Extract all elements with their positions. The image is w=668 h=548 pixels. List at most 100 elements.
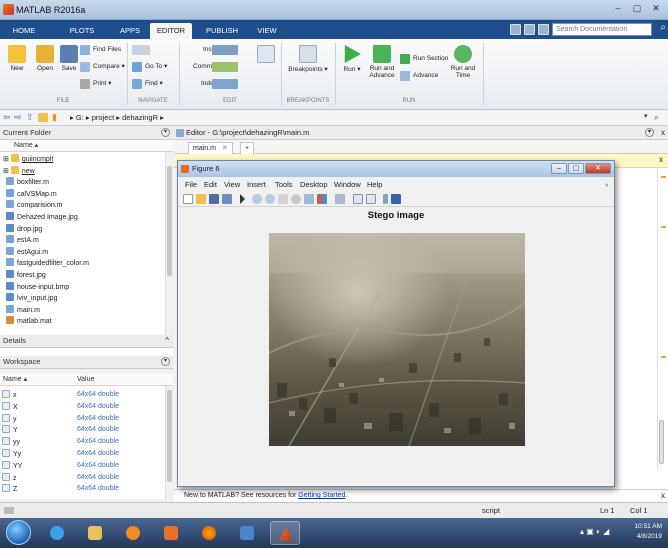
editor-tab-main[interactable]: main.m ✕: [188, 142, 233, 154]
menu-help[interactable]: Help: [367, 178, 382, 191]
close-tab-icon[interactable]: ✕: [222, 145, 228, 152]
brush-icon[interactable]: [317, 194, 327, 204]
panel-actions-icon[interactable]: ▾: [645, 128, 654, 137]
scrollbar-thumb[interactable]: [167, 166, 172, 276]
edit-plot-icon[interactable]: [240, 194, 245, 204]
taskbar-paint[interactable]: [232, 521, 262, 545]
run-section-button[interactable]: Run Section: [400, 53, 448, 65]
tab-editor[interactable]: EDITOR: [150, 23, 192, 39]
indent-tools[interactable]: [212, 78, 240, 90]
workspace-column-header[interactable]: Name ▴ Value: [0, 374, 173, 386]
workspace-row[interactable]: yy 64x64 double: [0, 437, 165, 447]
list-item[interactable]: drop.jpg: [0, 223, 42, 234]
print-figure-icon[interactable]: [222, 194, 232, 204]
list-item[interactable]: estAgui.m: [0, 246, 48, 257]
current-folder-column-header[interactable]: Name ▴: [0, 140, 173, 152]
taskbar-media[interactable]: [118, 521, 148, 545]
back-arrow-icon[interactable]: ⇦: [3, 112, 11, 123]
figure-maximize-button[interactable]: ▢: [568, 163, 584, 174]
workspace-row[interactable]: YY 64x64 double: [0, 460, 165, 471]
nav-arrows[interactable]: [132, 44, 154, 56]
zoom-out-icon[interactable]: [265, 194, 275, 204]
find-button[interactable]: Find ▾: [132, 78, 163, 90]
list-item[interactable]: lviv_input.jpg: [0, 293, 57, 303]
cut-quick-icon[interactable]: [524, 24, 535, 35]
workspace-row[interactable]: Y 64x64 double: [0, 425, 165, 435]
menubar-overflow-icon[interactable]: ›: [606, 178, 609, 191]
hide-plot-tools-icon[interactable]: [383, 194, 388, 204]
menu-file[interactable]: File: [185, 178, 197, 191]
tab-home[interactable]: HOME: [4, 23, 44, 39]
run-and-time-button[interactable]: Run and Time: [448, 45, 478, 79]
forward-arrow-icon[interactable]: ⇨: [14, 112, 22, 123]
figure-minimize-button[interactable]: –: [551, 163, 567, 174]
tab-view[interactable]: VIEW: [252, 23, 282, 39]
browse-folder-icon[interactable]: [38, 113, 48, 122]
compare-button[interactable]: Compare ▾: [80, 61, 125, 73]
copy-quick-icon[interactable]: [538, 24, 549, 35]
taskbar-app-orange[interactable]: [156, 521, 186, 545]
workspace-scrollbar[interactable]: [165, 386, 173, 499]
insert-tools[interactable]: [212, 44, 240, 56]
menu-view[interactable]: View: [224, 178, 240, 191]
minimize-button[interactable]: –: [610, 3, 626, 15]
expand-icon[interactable]: ⊞: [3, 156, 11, 163]
link-plot-icon[interactable]: [335, 194, 345, 204]
details-collapse-icon[interactable]: ^: [165, 335, 169, 347]
new-tab-button[interactable]: +: [240, 142, 255, 154]
expand-icon[interactable]: ⊞: [3, 168, 11, 175]
breakpoints-button[interactable]: Breakpoints ▾: [288, 45, 328, 73]
taskbar-ie[interactable]: [42, 521, 72, 545]
colorbar-icon[interactable]: [353, 194, 363, 204]
current-folder-scrollbar[interactable]: [165, 152, 173, 335]
list-item[interactable]: main.m: [0, 304, 40, 315]
data-cursor-icon[interactable]: [304, 194, 314, 204]
tab-publish[interactable]: PUBLISH: [200, 23, 244, 39]
list-item[interactable]: matlab.mat: [0, 316, 52, 326]
panel-actions-icon[interactable]: ▾: [161, 128, 170, 137]
search-icon[interactable]: ⌕: [660, 22, 666, 33]
workspace-row[interactable]: z 64x64 double: [0, 472, 165, 483]
analyzer-marker[interactable]: [661, 226, 666, 228]
search-folder-icon[interactable]: ⌕: [654, 112, 659, 123]
rotate-icon[interactable]: [291, 194, 301, 204]
figure-window[interactable]: Figure 6 – ▢ ✕ File Edit View Insert Too…: [177, 160, 615, 487]
menu-tools[interactable]: Tools: [275, 178, 293, 191]
menu-edit[interactable]: Edit: [204, 178, 217, 191]
close-command-icon[interactable]: x: [661, 490, 665, 502]
list-item[interactable]: Dehazed Image.jpg: [0, 212, 78, 222]
start-button[interactable]: [6, 520, 31, 545]
menu-insert[interactable]: Insert: [247, 178, 266, 191]
tab-plots[interactable]: PLOTS: [62, 23, 102, 39]
legend-icon[interactable]: [366, 194, 376, 204]
figure-close-button[interactable]: ✕: [585, 163, 611, 174]
go-to-button[interactable]: Go To ▾: [132, 61, 167, 73]
workspace-row[interactable]: y 64x64 double: [0, 413, 165, 424]
tray-icons[interactable]: ▴ ▣ ◐ ◢: [580, 527, 609, 537]
save-figure-icon[interactable]: [209, 194, 219, 204]
list-item[interactable]: calVSMap.m: [0, 188, 57, 199]
search-input[interactable]: Search Documentation: [552, 23, 652, 36]
figure-titlebar[interactable]: Figure 6 – ▢ ✕: [178, 161, 614, 177]
close-editor-icon[interactable]: x: [661, 127, 665, 139]
workspace-row[interactable]: x 64x64 double: [0, 390, 165, 400]
workspace-row[interactable]: Yy 64x64 double: [0, 449, 165, 459]
taskbar-firefox[interactable]: [194, 521, 224, 545]
analyzer-marker[interactable]: [661, 356, 666, 358]
run-button[interactable]: Run ▾: [340, 45, 364, 73]
pan-icon[interactable]: [278, 194, 288, 204]
details-header[interactable]: Details ^: [0, 335, 173, 348]
advance-button[interactable]: Advance: [400, 70, 438, 82]
show-plot-tools-icon[interactable]: [391, 194, 401, 204]
taskbar-explorer[interactable]: [80, 521, 110, 545]
scrollbar-thumb[interactable]: [659, 420, 664, 464]
new-button[interactable]: New: [2, 45, 32, 72]
workspace-row[interactable]: Z 64x64 double: [0, 484, 165, 494]
panel-actions-icon[interactable]: ▾: [161, 357, 170, 366]
list-item[interactable]: house-input.bmp: [0, 281, 69, 292]
maximize-button[interactable]: ▢: [629, 3, 645, 15]
list-item[interactable]: estA.m: [0, 235, 39, 245]
scrollbar-thumb[interactable]: [167, 390, 172, 482]
up-folder-icon[interactable]: ⇧: [26, 112, 34, 123]
list-item[interactable]: boxfilter.m: [0, 177, 49, 187]
